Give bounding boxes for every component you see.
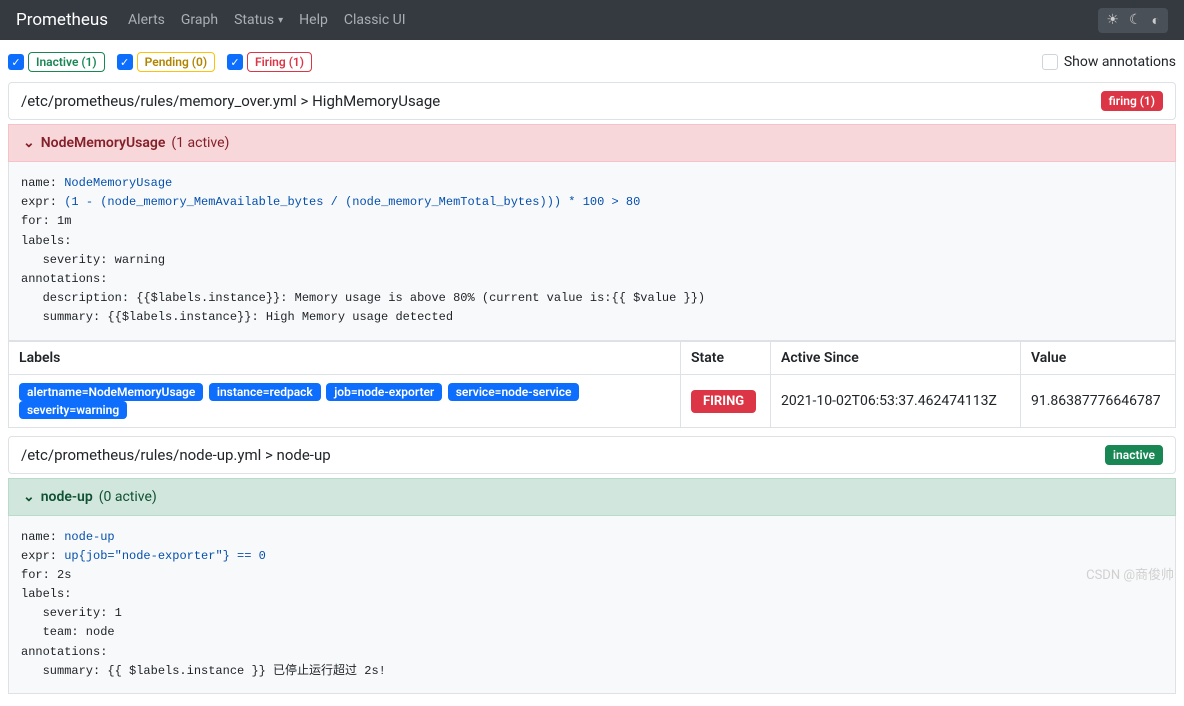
pending-checkbox[interactable]: ✓ bbox=[117, 54, 133, 70]
main-content: ✓ Inactive (1) ✓ Pending (0) ✓ Firing (1… bbox=[0, 40, 1184, 706]
label-severity[interactable]: severity=warning bbox=[19, 401, 127, 419]
filter-inactive-group: ✓ Inactive (1) bbox=[8, 52, 105, 72]
col-state: State bbox=[681, 341, 771, 374]
col-active-since: Active Since bbox=[771, 341, 1021, 374]
nav-graph[interactable]: Graph bbox=[181, 12, 218, 28]
pending-badge[interactable]: Pending (0) bbox=[137, 52, 215, 72]
firing-state-badge: FIRING bbox=[691, 390, 756, 413]
col-labels: Labels bbox=[9, 341, 681, 374]
rule-file-path: /etc/prometheus/rules/memory_over.yml > … bbox=[21, 92, 440, 110]
show-annotations-label: Show annotations bbox=[1064, 54, 1176, 70]
rule-file-2: /etc/prometheus/rules/node-up.yml > node… bbox=[8, 436, 1176, 474]
firing-count-badge: firing (1) bbox=[1101, 91, 1163, 111]
nav-alerts[interactable]: Alerts bbox=[128, 12, 165, 28]
group-name: NodeMemoryUsage bbox=[41, 135, 166, 151]
chevron-down-icon: ▾ bbox=[278, 15, 283, 26]
brand[interactable]: Prometheus bbox=[16, 10, 108, 30]
inactive-state-badge: inactive bbox=[1105, 445, 1163, 465]
group-header-firing[interactable]: ⌄ NodeMemoryUsage (1 active) bbox=[8, 124, 1176, 162]
state-cell: FIRING bbox=[681, 374, 771, 427]
theme-switcher: ☀ ☾ ◐ bbox=[1098, 8, 1168, 33]
table-row: alertname=NodeMemoryUsage instance=redpa… bbox=[9, 374, 1176, 427]
alerts-table: Labels State Active Since Value alertnam… bbox=[8, 341, 1176, 428]
filter-firing-group: ✓ Firing (1) bbox=[227, 52, 312, 72]
value-cell: 91.86387776646787 bbox=[1021, 374, 1176, 427]
label-service[interactable]: service=node-service bbox=[448, 383, 580, 401]
rule1-code: name: NodeMemoryUsage expr: (1 - (node_m… bbox=[8, 162, 1176, 341]
show-annotations-toggle: Show annotations bbox=[1042, 54, 1176, 70]
group-name: node-up bbox=[41, 489, 93, 505]
show-annotations-checkbox[interactable] bbox=[1042, 54, 1058, 70]
watermark: CSDN @商俊帅 bbox=[1086, 564, 1174, 583]
inactive-checkbox[interactable]: ✓ bbox=[8, 54, 24, 70]
nav-help[interactable]: Help bbox=[299, 12, 328, 28]
rule-file-1: /etc/prometheus/rules/memory_over.yml > … bbox=[8, 82, 1176, 120]
chevron-down-icon: ⌄ bbox=[23, 135, 35, 151]
filter-pending-group: ✓ Pending (0) bbox=[117, 52, 215, 72]
group-active-count: (0 active) bbox=[99, 489, 157, 505]
label-job[interactable]: job=node-exporter bbox=[326, 383, 442, 401]
group-active-count: (1 active) bbox=[171, 135, 229, 151]
active-since-cell: 2021-10-02T06:53:37.462474113Z bbox=[771, 374, 1021, 427]
group-header-inactive[interactable]: ⌄ node-up (0 active) bbox=[8, 478, 1176, 516]
sun-icon[interactable]: ☀ bbox=[1106, 12, 1119, 29]
filter-bar: ✓ Inactive (1) ✓ Pending (0) ✓ Firing (1… bbox=[8, 52, 1176, 72]
label-instance[interactable]: instance=redpack bbox=[209, 383, 321, 401]
labels-cell: alertname=NodeMemoryUsage instance=redpa… bbox=[9, 374, 681, 427]
firing-badge[interactable]: Firing (1) bbox=[247, 52, 312, 72]
inactive-badge[interactable]: Inactive (1) bbox=[28, 52, 105, 72]
chevron-down-icon: ⌄ bbox=[23, 489, 35, 505]
firing-checkbox[interactable]: ✓ bbox=[227, 54, 243, 70]
navbar: Prometheus Alerts Graph Status▾ Help Cla… bbox=[0, 0, 1184, 40]
rule2-code: name: node-up expr: up{job="node-exporte… bbox=[8, 516, 1176, 695]
contrast-icon[interactable]: ◐ bbox=[1152, 12, 1160, 29]
nav-status[interactable]: Status▾ bbox=[234, 12, 283, 28]
nav-classic[interactable]: Classic UI bbox=[344, 12, 406, 28]
col-value: Value bbox=[1021, 341, 1176, 374]
label-alertname[interactable]: alertname=NodeMemoryUsage bbox=[19, 383, 203, 401]
rule-file-path: /etc/prometheus/rules/node-up.yml > node… bbox=[21, 446, 331, 464]
moon-icon[interactable]: ☾ bbox=[1129, 12, 1142, 29]
